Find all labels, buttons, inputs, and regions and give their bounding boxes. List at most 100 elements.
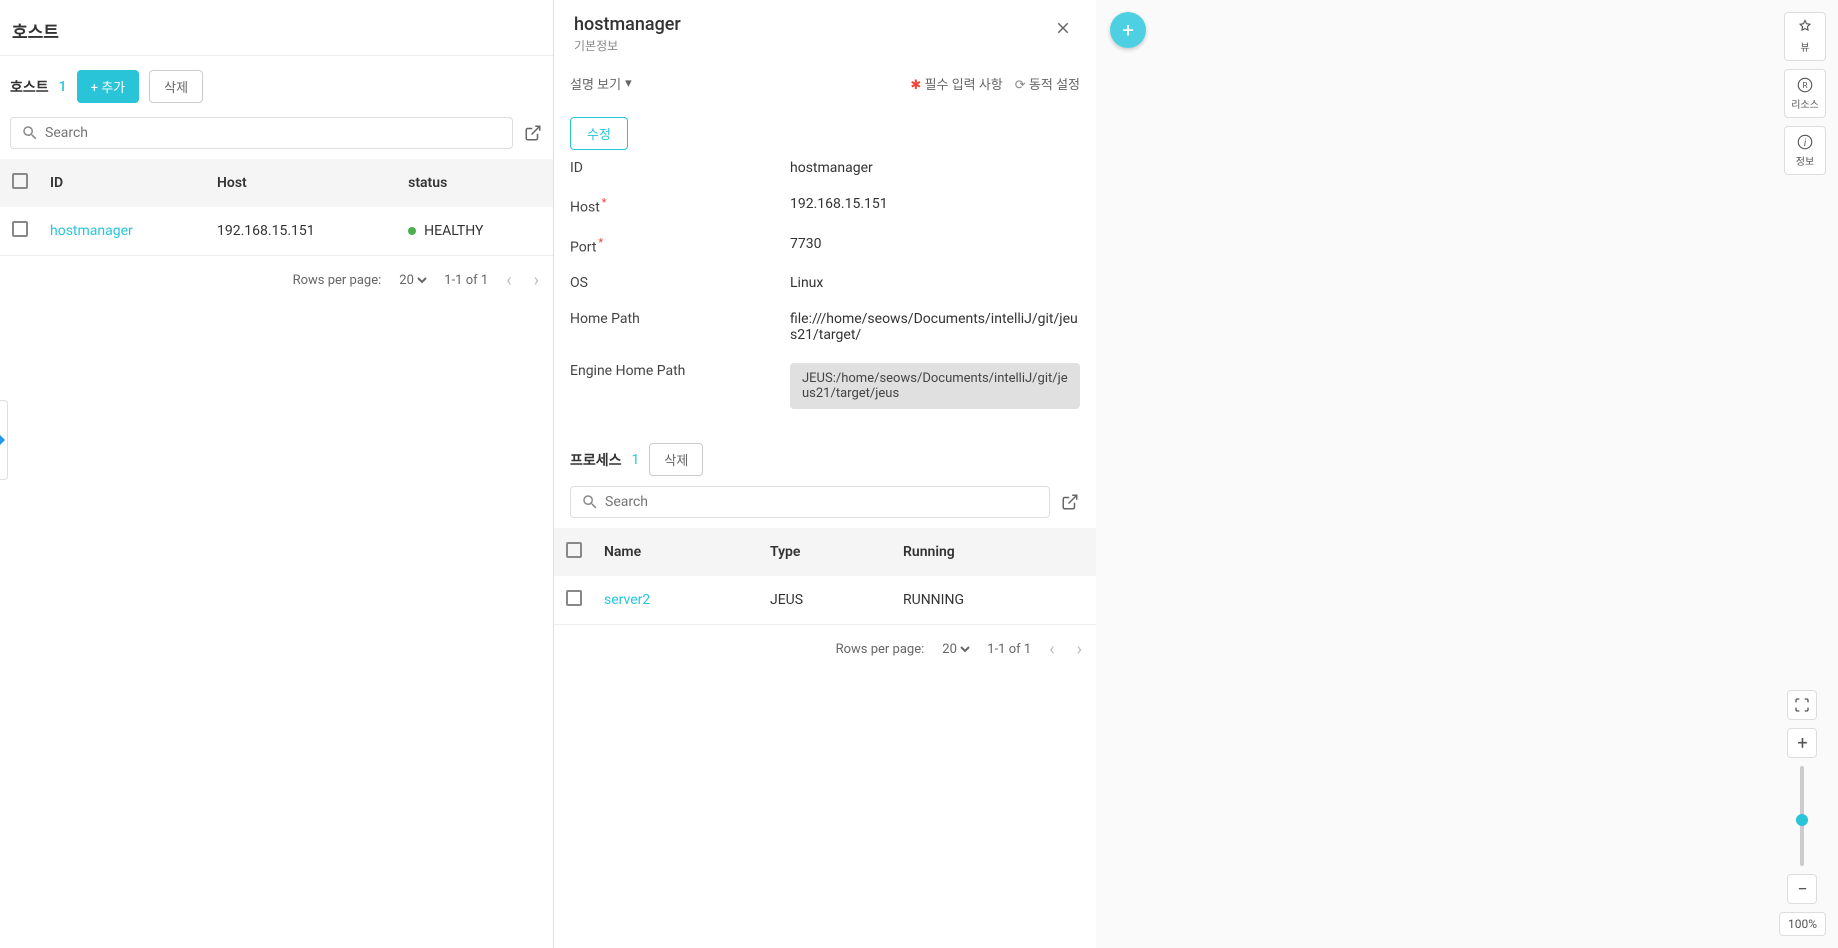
fullscreen-icon xyxy=(1794,697,1810,713)
row-checkbox[interactable] xyxy=(12,221,28,237)
field-id-label: ID xyxy=(570,160,790,176)
field-host-value: 192.168.15.151 xyxy=(790,196,1080,216)
host-pagination: Rows per page: 20 1-1 of 1 ‹ › xyxy=(0,256,553,305)
chevron-down-icon: ▾ xyxy=(625,76,632,91)
info-tool-button[interactable]: i 정보 xyxy=(1784,126,1826,175)
open-external-icon[interactable] xyxy=(1060,492,1080,512)
host-count: 1 xyxy=(59,79,67,95)
refresh-icon: ⟳ xyxy=(1015,78,1026,93)
process-search-input[interactable] xyxy=(605,494,1039,510)
field-homepath-label: Home Path xyxy=(570,311,790,343)
host-id-link[interactable]: hostmanager xyxy=(50,223,133,239)
svg-text:R: R xyxy=(1802,81,1807,91)
chevron-right-icon xyxy=(0,435,5,445)
required-star-icon: * xyxy=(598,236,603,249)
registered-icon: R xyxy=(1796,76,1814,94)
field-port-label: Port xyxy=(570,239,596,255)
host-list-panel: 호스트 호스트 1 + 추가 삭제 ID Host status xyxy=(0,0,554,948)
edit-button[interactable]: 수정 xyxy=(570,117,628,150)
process-count: 1 xyxy=(632,452,640,468)
process-search-box[interactable] xyxy=(570,486,1050,518)
required-star-icon: ✱ xyxy=(910,78,921,93)
select-all-checkbox[interactable] xyxy=(566,542,582,558)
detail-title: hostmanager xyxy=(574,14,681,35)
detail-subtitle: 기본정보 xyxy=(574,37,681,54)
field-enginepath-value: JEUS:/home/seows/Documents/intelliJ/git/… xyxy=(790,363,1080,409)
dynamic-label: 동적 설정 xyxy=(1029,78,1080,93)
pagination-range: 1-1 of 1 xyxy=(444,273,488,288)
process-label: 프로세스 xyxy=(570,450,622,470)
view-tool-button[interactable]: 뷰 xyxy=(1784,12,1826,61)
fullscreen-button[interactable] xyxy=(1787,690,1817,720)
add-host-button[interactable]: + 추가 xyxy=(77,70,140,103)
close-icon xyxy=(1054,19,1072,37)
process-name-link[interactable]: server2 xyxy=(604,592,650,608)
prev-page-button[interactable]: ‹ xyxy=(502,270,515,291)
next-page-button[interactable]: › xyxy=(530,270,543,291)
rows-per-page-select[interactable]: 20 xyxy=(395,272,430,289)
column-name: Name xyxy=(594,528,760,576)
field-host-label: Host xyxy=(570,200,600,216)
prev-page-button[interactable]: ‹ xyxy=(1045,639,1058,660)
field-port-value: 7730 xyxy=(790,236,1080,256)
search-icon xyxy=(581,493,599,511)
search-icon xyxy=(21,124,39,142)
host-ip: 192.168.15.151 xyxy=(207,207,398,256)
column-status: status xyxy=(398,159,553,207)
field-id-value: hostmanager xyxy=(790,160,1080,176)
status-text: HEALTHY xyxy=(424,223,483,239)
right-tool-panel: 뷰 R 리소스 i 정보 xyxy=(1784,12,1826,175)
zoom-controls: + − 100% xyxy=(1779,690,1826,936)
svg-text:i: i xyxy=(1804,138,1807,149)
column-type: Type xyxy=(760,528,893,576)
select-all-checkbox[interactable] xyxy=(12,173,28,189)
column-running: Running xyxy=(893,528,1096,576)
field-enginepath-label: Engine Home Path xyxy=(570,363,790,409)
page-title: 호스트 xyxy=(0,0,553,56)
column-id: ID xyxy=(40,159,207,207)
table-row[interactable]: server2 JEUS RUNNING xyxy=(554,576,1096,625)
process-type: JEUS xyxy=(760,576,893,625)
status-dot-icon xyxy=(408,227,416,235)
table-row[interactable]: hostmanager 192.168.15.151 HEALTHY xyxy=(0,207,553,256)
zoom-in-button[interactable]: + xyxy=(1787,728,1817,758)
row-checkbox[interactable] xyxy=(566,590,582,606)
process-table: Name Type Running server2 JEUS RUNNING xyxy=(554,528,1096,625)
required-label: 필수 입력 사항 xyxy=(925,78,1003,93)
field-os-label: OS xyxy=(570,275,790,291)
zoom-slider[interactable] xyxy=(1800,766,1804,866)
table-header-row: Name Type Running xyxy=(554,528,1096,576)
column-host: Host xyxy=(207,159,398,207)
resource-tool-button[interactable]: R 리소스 xyxy=(1784,69,1826,118)
process-pagination: Rows per page: 20 1-1 of 1 ‹ › xyxy=(554,625,1096,674)
info-icon: i xyxy=(1796,133,1814,151)
drawer-handle[interactable] xyxy=(0,400,8,480)
host-label: 호스트 xyxy=(10,77,49,97)
host-toolbar: 호스트 1 + 추가 삭제 xyxy=(0,56,553,117)
open-external-icon[interactable] xyxy=(523,123,543,143)
slider-thumb[interactable] xyxy=(1796,814,1808,826)
field-os-value: Linux xyxy=(790,275,1080,291)
zoom-out-button[interactable]: − xyxy=(1787,874,1817,904)
host-detail-panel: hostmanager 기본정보 설명 보기 ▾ ✱ 필수 입력 사항 ⟳ 동적… xyxy=(554,0,1096,948)
host-table: ID Host status hostmanager 192.168.15.15… xyxy=(0,159,553,256)
rows-per-page-select[interactable]: 20 xyxy=(938,641,973,658)
minus-icon: − xyxy=(1797,879,1807,900)
add-fab-button[interactable]: + xyxy=(1110,12,1146,48)
search-box[interactable] xyxy=(10,117,513,149)
pagination-range: 1-1 of 1 xyxy=(987,642,1031,657)
process-running: RUNNING xyxy=(893,576,1096,625)
plus-icon: + xyxy=(1122,18,1133,42)
delete-host-button[interactable]: 삭제 xyxy=(149,70,203,103)
delete-process-button[interactable]: 삭제 xyxy=(649,443,703,476)
plus-icon: + xyxy=(1797,733,1807,754)
zoom-level-label: 100% xyxy=(1779,912,1826,936)
close-button[interactable] xyxy=(1050,14,1076,46)
required-star-icon: * xyxy=(602,196,607,209)
description-toggle[interactable]: 설명 보기 ▾ xyxy=(570,74,632,93)
canvas-area[interactable]: + 뷰 R 리소스 i 정보 + − 100% xyxy=(1096,0,1838,948)
rows-per-page-label: Rows per page: xyxy=(293,273,382,288)
search-input[interactable] xyxy=(45,125,502,141)
gear-icon xyxy=(1796,19,1814,37)
next-page-button[interactable]: › xyxy=(1073,639,1086,660)
